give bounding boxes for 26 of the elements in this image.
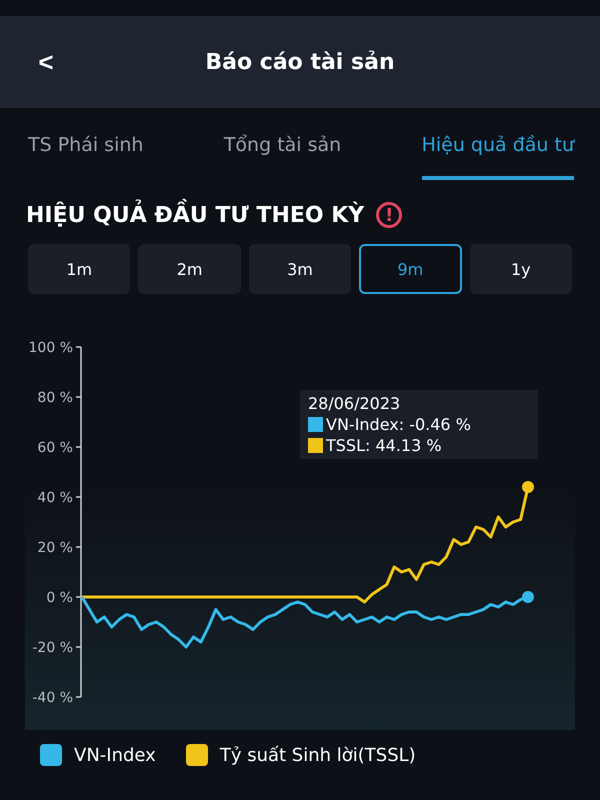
period-button[interactable]: 1y bbox=[470, 244, 572, 294]
legend-label: Tỷ suất Sinh lời(TSSL) bbox=[220, 744, 416, 766]
tab[interactable]: TS Phái sinh bbox=[28, 134, 144, 180]
tooltip-date: 28/06/2023 bbox=[308, 394, 402, 413]
back-button[interactable]: < bbox=[36, 46, 56, 78]
tab[interactable]: Hiệu quả đầu tư bbox=[422, 134, 574, 180]
end-point-marker bbox=[522, 591, 534, 603]
y-tick-label: -20 % bbox=[32, 640, 73, 656]
info-icon[interactable]: ! bbox=[376, 202, 402, 228]
tooltip-value: VN-Index: -0.46 % bbox=[326, 415, 471, 434]
tooltip-value: TSSL: 44.13 % bbox=[326, 436, 442, 455]
period-button[interactable]: 3m bbox=[248, 244, 352, 294]
y-tick-label: 100 % bbox=[28, 340, 73, 356]
y-tick-label: 0 % bbox=[46, 590, 73, 606]
period-button[interactable]: 1m bbox=[28, 244, 130, 294]
end-point-marker bbox=[522, 481, 534, 493]
y-tick-label: 80 % bbox=[37, 390, 73, 406]
y-tick-label: 20 % bbox=[37, 540, 73, 556]
tab[interactable]: Tổng tài sản bbox=[224, 134, 342, 180]
page-title: Báo cáo tài sản bbox=[205, 50, 395, 74]
y-tick-label: 60 % bbox=[37, 440, 73, 456]
legend-label: VN-Index bbox=[74, 744, 156, 766]
y-tick-label: 40 % bbox=[37, 490, 73, 506]
period-button[interactable]: 2m bbox=[138, 244, 241, 294]
period-button[interactable]: 9m bbox=[359, 244, 462, 294]
y-tick-label: -40 % bbox=[32, 690, 73, 706]
